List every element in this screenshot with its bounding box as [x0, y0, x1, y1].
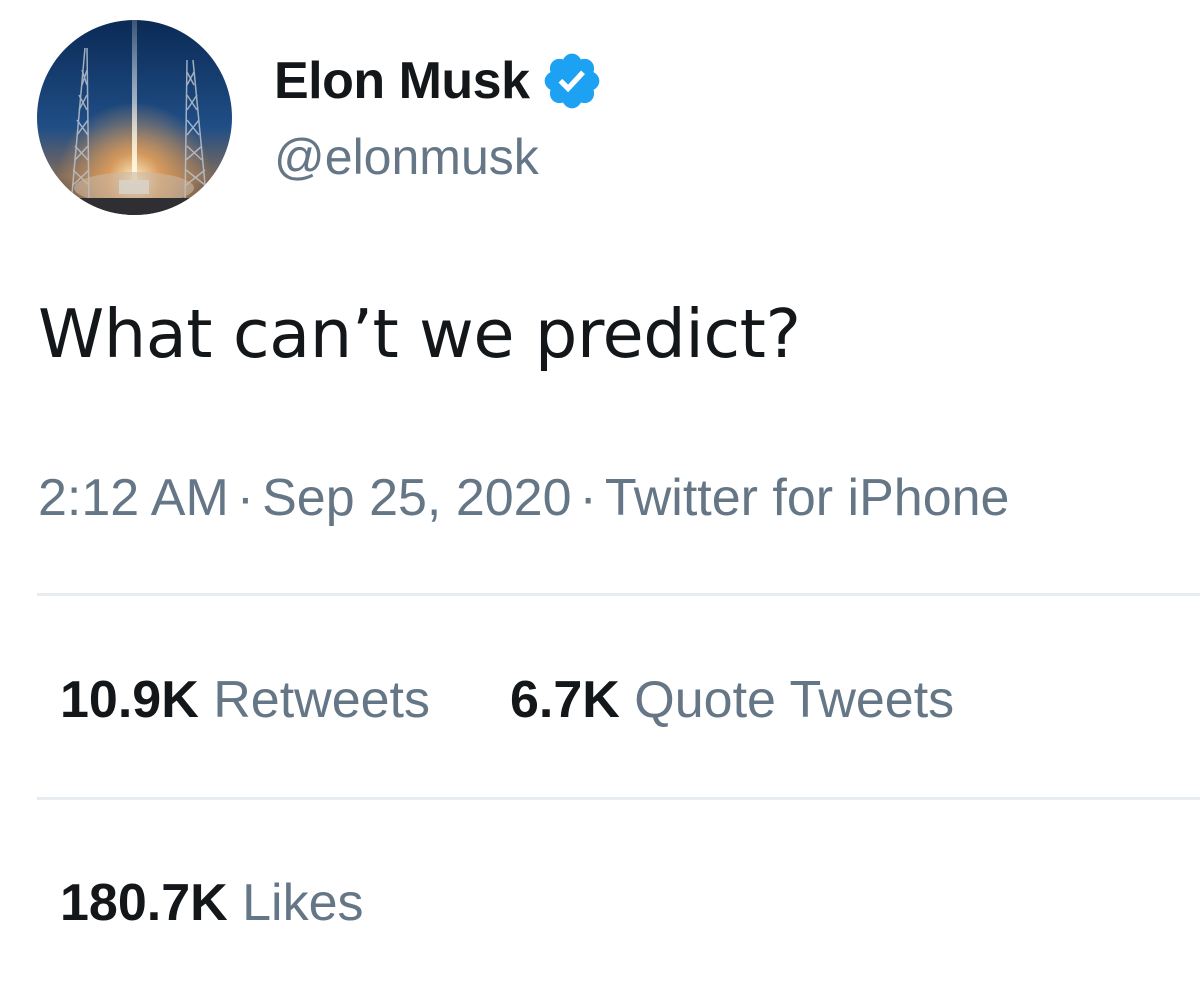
tweet-card: Elon Musk @elonmusk What can’t we predic… — [0, 0, 1200, 984]
tweet-meta: 2:12 AM · Sep 25, 2020 · Twitter for iPhone — [38, 468, 1009, 528]
divider — [37, 797, 1200, 800]
retweets-stat[interactable]: 10.9K Retweets — [60, 670, 430, 730]
likes-count: 180.7K — [60, 874, 228, 932]
tweet-time[interactable]: 2:12 AM — [38, 469, 229, 527]
author-display-name[interactable]: Elon Musk — [274, 51, 530, 111]
meta-separator: · — [236, 469, 255, 527]
engagement-stats: 10.9K Retweets 6.7K Quote Tweets — [60, 670, 954, 730]
meta-separator: · — [579, 469, 597, 527]
author-handle[interactable]: @elonmusk — [274, 128, 539, 186]
author-name-row: Elon Musk — [274, 46, 604, 116]
likes-stat[interactable]: 180.7K Likes — [60, 873, 364, 933]
tweet-text: What can’t we predict? — [38, 295, 801, 373]
tweet-date[interactable]: Sep 25, 2020 — [262, 469, 571, 527]
avatar[interactable] — [37, 20, 232, 215]
likes-label: Likes — [242, 874, 364, 932]
divider — [37, 593, 1200, 596]
retweets-count: 10.9K — [60, 671, 199, 729]
tweet-source[interactable]: Twitter for iPhone — [605, 469, 1010, 527]
quote-tweets-label: Quote Tweets — [634, 671, 955, 729]
quote-tweets-count: 6.7K — [509, 671, 620, 729]
retweets-label: Retweets — [213, 671, 430, 729]
rocket-launch-icon — [37, 20, 232, 215]
verified-badge-icon — [540, 49, 604, 113]
quote-tweets-stat[interactable]: 6.7K Quote Tweets — [510, 670, 954, 730]
